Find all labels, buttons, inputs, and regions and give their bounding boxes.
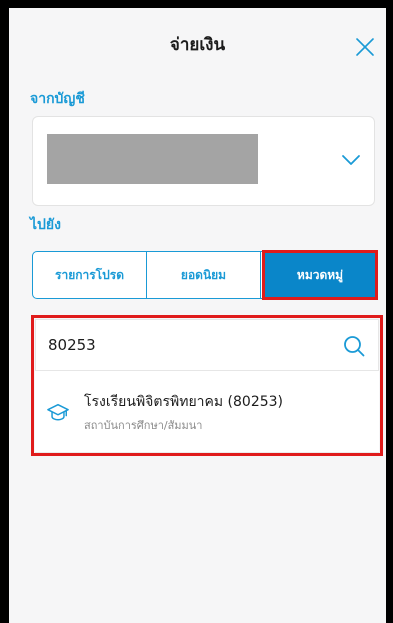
page-title: จ่ายเงิน	[169, 35, 226, 55]
search-icon[interactable]	[342, 334, 366, 358]
payment-screen: จ่ายเงิน จากบัญชี ไปยัง รายการโปรด ยอดนิ…	[9, 8, 386, 623]
list-item[interactable]: โรงเรียนพิจิตรพิทยาคม (80253) สถาบันการศ…	[35, 371, 379, 453]
tab-favorites[interactable]: รายการโปรด	[33, 252, 146, 298]
account-selector[interactable]	[32, 116, 375, 206]
from-account-label: จากบัญชี	[30, 91, 85, 107]
result-name: โรงเรียนพิจิตรพิทยาคม (80253)	[84, 394, 284, 410]
chevron-down-icon	[342, 155, 360, 165]
result-category: สถาบันการศึกษา/สัมมนา	[84, 419, 203, 432]
tab-popular[interactable]: ยอดนิยม	[146, 252, 260, 298]
search-input[interactable]	[48, 332, 318, 358]
header: จ่ายเงิน	[9, 8, 386, 74]
graduation-cap-icon	[47, 403, 69, 421]
destination-label: ไปยัง	[30, 217, 61, 233]
tab-category[interactable]: หมวดหมู่	[262, 250, 378, 300]
search-box	[35, 319, 379, 371]
close-icon	[356, 38, 374, 56]
masked-account-info	[47, 134, 258, 184]
close-button[interactable]	[350, 32, 380, 62]
